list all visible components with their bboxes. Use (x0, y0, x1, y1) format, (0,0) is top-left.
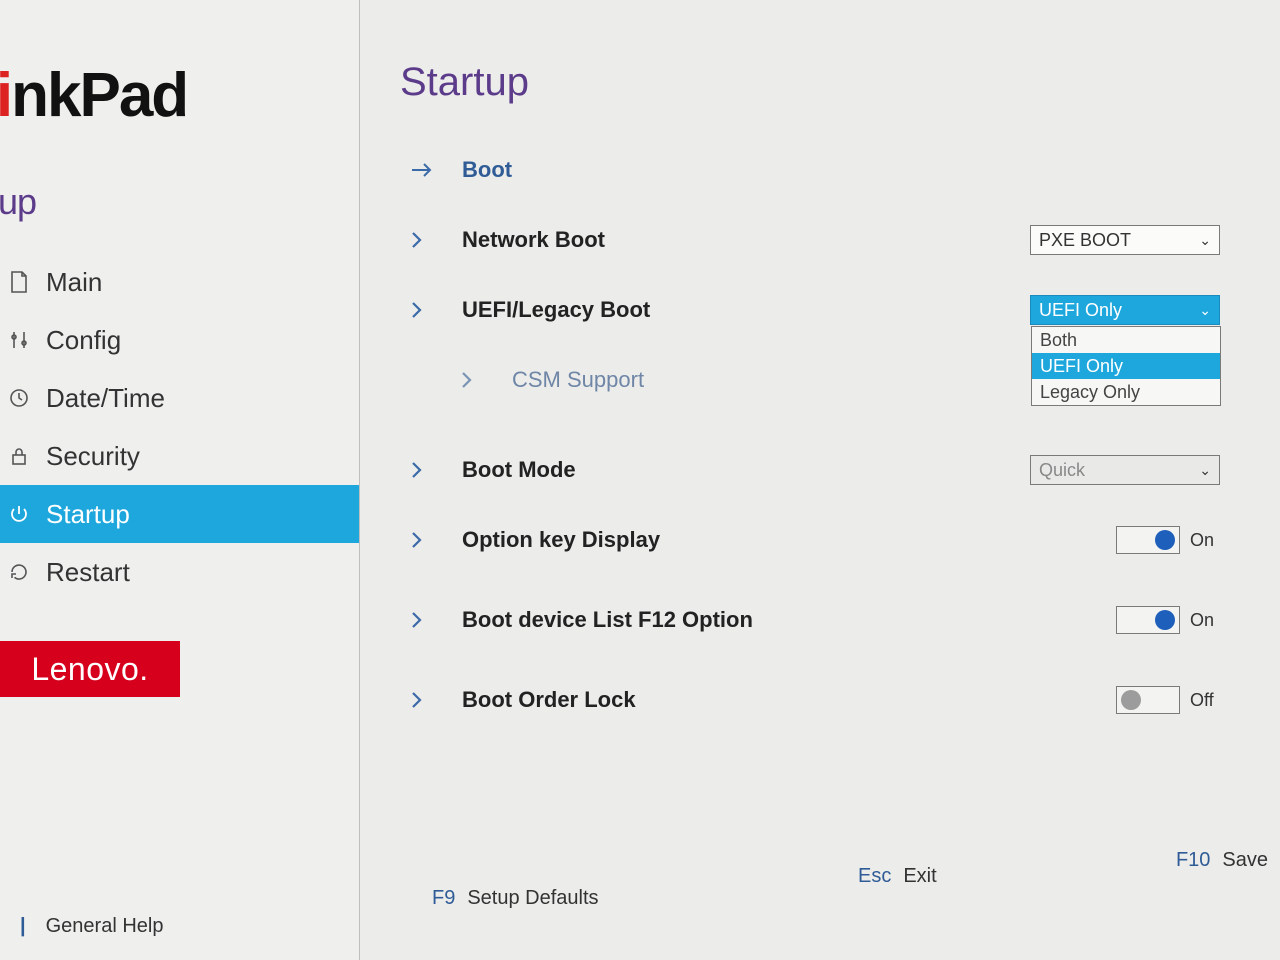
restart-icon (8, 562, 30, 582)
arrow-right-icon (410, 161, 434, 179)
chevron-right-icon (410, 690, 434, 710)
option-key-toggle[interactable] (1116, 526, 1180, 554)
row-label: UEFI/Legacy Boot (462, 297, 650, 323)
page-title: Startup (400, 60, 1240, 105)
chevron-right-icon (410, 610, 434, 630)
chevron-right-icon (410, 230, 434, 250)
bar-icon: | (20, 915, 26, 938)
footer-key: Esc (858, 865, 891, 888)
row-boot-mode[interactable]: Boot Mode Quick ⌄ (400, 435, 1240, 505)
sidebar-item-label: Date/Time (46, 383, 165, 414)
sidebar-item-restart[interactable]: Restart (0, 543, 359, 601)
uefi-legacy-select[interactable]: UEFI Only ⌄ Both UEFI Only Legacy Only (1030, 295, 1220, 325)
footer-label: Exit (903, 865, 936, 888)
sidebar-item-config[interactable]: Config (0, 311, 359, 369)
power-icon (8, 504, 30, 524)
sidebar-item-label: Restart (46, 557, 130, 588)
boot-mode-select[interactable]: Quick ⌄ (1030, 455, 1220, 485)
row-label: Boot Order Lock (462, 687, 636, 713)
footer-exit[interactable]: Esc Exit (858, 865, 937, 888)
sidebar-item-label: Main (46, 267, 102, 298)
uefi-legacy-dropdown: Both UEFI Only Legacy Only (1031, 326, 1221, 406)
sidebar-item-label: Startup (46, 499, 130, 530)
document-icon (8, 271, 30, 293)
dropdown-option-uefi-only[interactable]: UEFI Only (1032, 353, 1220, 379)
footer-key: F9 (432, 887, 455, 910)
boot-f12-toggle[interactable] (1116, 606, 1180, 634)
chevron-right-icon (410, 300, 434, 320)
row-label: CSM Support (512, 367, 644, 393)
lock-icon (8, 446, 30, 466)
row-label: Option key Display (462, 527, 660, 553)
row-boot[interactable]: Boot (400, 135, 1240, 205)
footer-general-help[interactable]: | General Help (20, 915, 163, 938)
row-option-key-display[interactable]: Option key Display On (400, 505, 1240, 575)
sidebar-item-startup[interactable]: Startup (0, 485, 359, 543)
select-value: PXE BOOT (1039, 230, 1131, 251)
row-label: Network Boot (462, 227, 605, 253)
dropdown-option-legacy-only[interactable]: Legacy Only (1032, 379, 1220, 405)
boot-link-label: Boot (462, 157, 512, 183)
toggle-state-label: On (1190, 610, 1220, 631)
row-network-boot[interactable]: Network Boot PXE BOOT ⌄ (400, 205, 1240, 275)
setup-heading: etup (0, 181, 359, 223)
footer-label: General Help (46, 915, 164, 938)
brand-logo: hinkPad (0, 0, 359, 141)
row-boot-order-lock[interactable]: Boot Order Lock Off (400, 665, 1240, 735)
toggle-state-label: Off (1190, 690, 1220, 711)
sidebar-item-label: Config (46, 325, 121, 356)
dropdown-option-both[interactable]: Both (1032, 327, 1220, 353)
select-value: UEFI Only (1039, 300, 1122, 321)
toggle-state-label: On (1190, 530, 1220, 551)
chevron-right-icon (410, 460, 434, 480)
chevron-down-icon: ⌄ (1199, 302, 1211, 319)
chevron-right-icon (460, 370, 484, 390)
sidebar-item-datetime[interactable]: Date/Time (0, 369, 359, 427)
sidebar: hinkPad etup Main Config Date/Tim (0, 0, 360, 960)
row-label: Boot Mode (462, 457, 576, 483)
sidebar-item-main[interactable]: Main (0, 253, 359, 311)
footer-label: Setup Defaults (467, 887, 598, 910)
row-label: Boot device List F12 Option (462, 607, 753, 633)
network-boot-select[interactable]: PXE BOOT ⌄ (1030, 225, 1220, 255)
clock-icon (8, 388, 30, 408)
footer-key: F10 (1176, 849, 1210, 872)
chevron-down-icon: ⌄ (1199, 232, 1211, 249)
sidebar-nav: Main Config Date/Time Security (0, 253, 359, 601)
boot-lock-toggle[interactable] (1116, 686, 1180, 714)
row-uefi-legacy[interactable]: UEFI/Legacy Boot UEFI Only ⌄ Both UEFI O… (400, 275, 1240, 345)
footer-label: Save (1222, 849, 1268, 872)
sidebar-item-label: Security (46, 441, 140, 472)
footer-save[interactable]: F10 Save (1176, 849, 1268, 872)
sidebar-item-security[interactable]: Security (0, 427, 359, 485)
sliders-icon (8, 330, 30, 350)
select-value: Quick (1039, 460, 1085, 481)
row-boot-f12[interactable]: Boot device List F12 Option On (400, 585, 1240, 655)
footer-setup-defaults[interactable]: F9 Setup Defaults (432, 887, 599, 910)
chevron-down-icon: ⌄ (1199, 462, 1211, 479)
chevron-right-icon (410, 530, 434, 550)
brand-text: hinkPad (0, 61, 187, 130)
main-panel: Startup Boot Network Boot PXE BOOT ⌄ (360, 0, 1280, 960)
vendor-badge: Lenovo. (0, 641, 180, 697)
